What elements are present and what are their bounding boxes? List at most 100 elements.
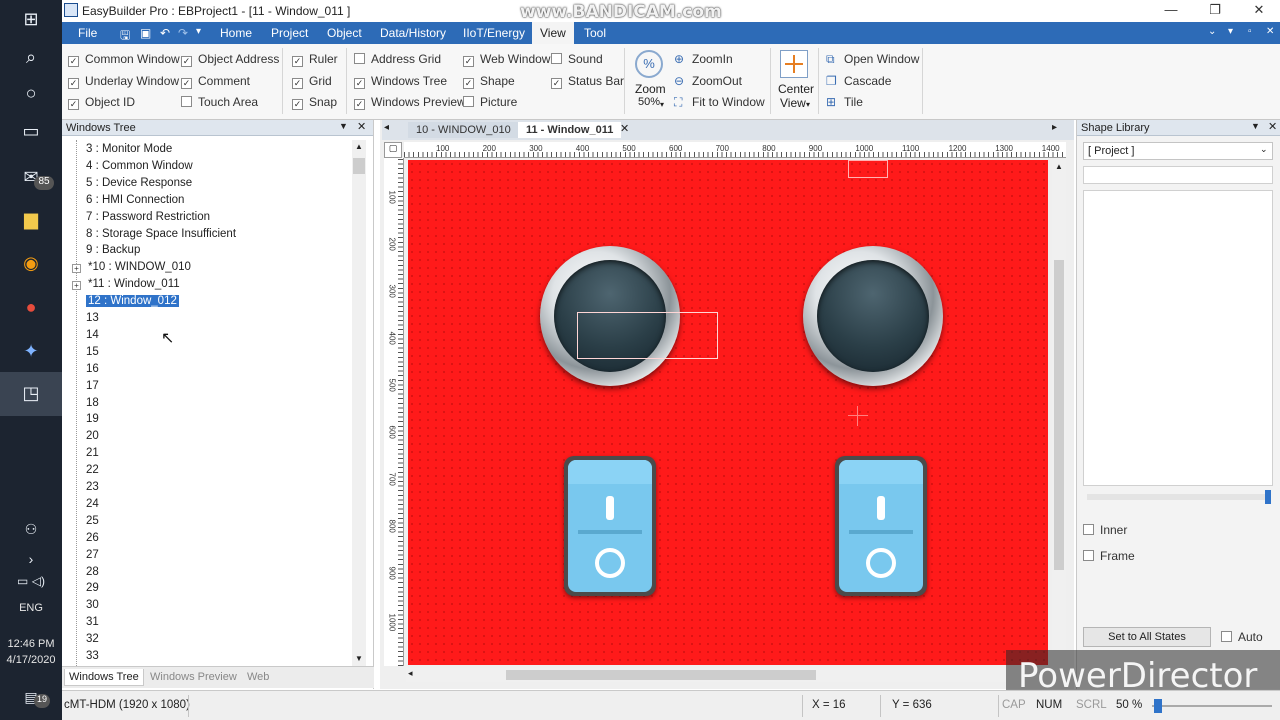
scroll-thumb[interactable] [506, 670, 816, 680]
tab-windows-tree[interactable]: Windows Tree [64, 669, 144, 686]
tree-item[interactable]: 6 : HMI Connection [86, 194, 184, 206]
center-view-label-1[interactable]: Center [778, 82, 814, 96]
panel-dropdown-icon[interactable]: ▼ [339, 121, 348, 131]
minimize-button[interactable]: — [1156, 2, 1186, 20]
tab-windows-preview[interactable]: Windows Preview [146, 669, 241, 685]
menu-object[interactable]: Object [327, 26, 362, 40]
tree-scrollbar[interactable]: ▲ ▼ [352, 140, 366, 666]
toggle-switch-left[interactable] [564, 456, 656, 596]
round-button-right[interactable] [803, 246, 943, 386]
menu-view[interactable]: View [532, 22, 574, 44]
close-button[interactable]: ✕ [1244, 2, 1274, 20]
scroll-thumb[interactable] [353, 158, 365, 174]
tree-item[interactable]: 21 [86, 447, 99, 459]
tree-item[interactable]: 32 [86, 633, 99, 645]
clock-date[interactable]: 4/17/2020 [0, 654, 62, 666]
doc-restore-icon[interactable]: ▫ [1248, 26, 1252, 37]
doc-close-icon[interactable]: ✕ [1266, 26, 1274, 37]
people-icon[interactable]: ⚇ [16, 516, 46, 542]
chk-snap[interactable]: ✓ Snap [292, 95, 337, 110]
chk-object-address[interactable]: ✓ Object Address [181, 52, 279, 67]
zoom-icon[interactable]: % [635, 50, 663, 78]
tree-item[interactable]: 8 : Storage Space Insufficient [86, 228, 236, 240]
media-player-icon[interactable]: ◉ [16, 250, 46, 276]
scroll-thumb[interactable] [1054, 260, 1064, 570]
zoom-slider[interactable] [1152, 699, 1272, 713]
battery-volume-icon[interactable]: ▭ ◁) [16, 568, 46, 594]
editor-hscroll[interactable]: ◂ [406, 668, 1050, 682]
chk-windows-preview[interactable]: ✓ Windows Preview [354, 95, 466, 110]
tree-item[interactable]: 7 : Password Restriction [86, 211, 210, 223]
tree-item[interactable]: 26 [86, 532, 99, 544]
panel-close-icon[interactable]: ✕ [357, 120, 366, 133]
cortana-icon[interactable]: ○ [16, 80, 46, 106]
center-view-dropdown-icon[interactable]: ▾ [806, 100, 810, 109]
scroll-down-icon[interactable]: ▼ [355, 654, 363, 663]
record-icon[interactable]: ● [16, 294, 46, 320]
menu-data-history[interactable]: Data/History [380, 26, 446, 40]
doc-menu-icon[interactable]: ▾ [1228, 26, 1233, 37]
tab-close-icon[interactable]: ✕ [620, 122, 629, 135]
menu-iiot-energy[interactable]: IIoT/Energy [463, 26, 525, 40]
tree-item[interactable]: 23 [86, 481, 99, 493]
tree-item[interactable]: 3 : Monitor Mode [86, 143, 172, 155]
tree-item[interactable]: *11 : Window_011 [88, 278, 180, 290]
menu-home[interactable]: Home [220, 26, 252, 40]
chk-comment[interactable]: ✓ Comment [181, 74, 250, 89]
set-to-all-states-button[interactable]: Set to All States [1083, 627, 1211, 647]
app-icon[interactable]: ✦ [16, 338, 46, 364]
menu-project[interactable]: Project [271, 26, 308, 40]
zoom-out-button[interactable]: ⊖ ZoomOut [674, 74, 742, 88]
tab-window-011[interactable]: 11 - Window_011 [518, 122, 622, 138]
undo-icon[interactable]: ↶ [160, 26, 170, 40]
chk-address-grid[interactable]: Address Grid [354, 52, 441, 66]
tree-item[interactable]: 22 [86, 464, 99, 476]
chk-auto[interactable]: Auto [1221, 630, 1263, 644]
tree-item[interactable]: 15 [86, 346, 99, 358]
file-explorer-icon[interactable]: ▆ [16, 206, 46, 232]
toggle-switch-right[interactable] [835, 456, 927, 596]
zoom-value[interactable]: 50% [638, 96, 660, 108]
chk-grid[interactable]: ✓ Grid [292, 74, 332, 89]
save-all-icon[interactable]: ▣ [140, 26, 151, 40]
center-view-label-2[interactable]: View [780, 96, 806, 110]
tab-scroll-right-icon[interactable]: ▸ [1052, 122, 1057, 133]
zoom-slider-thumb[interactable] [1154, 699, 1162, 713]
menu-tool[interactable]: Tool [584, 26, 606, 40]
tab-scroll-left-icon[interactable]: ◂ [384, 122, 389, 133]
clock-time[interactable]: 12:46 PM [0, 638, 62, 650]
size-slider[interactable] [1087, 490, 1271, 504]
tree-item[interactable]: 18 [86, 397, 99, 409]
chk-inner[interactable]: Inner [1083, 523, 1127, 537]
tree-item[interactable]: 33 [86, 650, 99, 662]
tree-item[interactable]: 14 [86, 329, 99, 341]
cascade-button[interactable]: ❐ Cascade [826, 74, 891, 88]
chk-shape[interactable]: ✓ Shape [463, 74, 515, 89]
scroll-left-icon[interactable]: ◂ [408, 668, 413, 679]
ruler-corner-icon[interactable]: ▢ [384, 142, 402, 158]
menu-file[interactable]: File [78, 26, 97, 40]
chk-underlay-window[interactable]: ✓ Underlay Window [68, 74, 179, 89]
library-dropdown[interactable]: [ Project ] ⌄ [1083, 142, 1273, 160]
windows-start-icon[interactable]: ⊞ [16, 6, 46, 32]
tree-item[interactable]: 19 [86, 413, 99, 425]
library-search-field[interactable] [1083, 166, 1273, 184]
chk-common-window[interactable]: ✓ Common Window [68, 52, 180, 67]
chk-touch-area[interactable]: Touch Area [181, 95, 258, 109]
panel-dropdown-icon[interactable]: ▼ [1251, 121, 1260, 131]
quick-access-dropdown-icon[interactable]: ▾ [196, 26, 201, 37]
editor-vscroll[interactable]: ▲ [1052, 160, 1066, 666]
tree-item[interactable]: 13 [86, 312, 99, 324]
task-view-icon[interactable]: ▭ [16, 118, 46, 144]
fit-to-window-button[interactable]: ⛶ Fit to Window [674, 95, 765, 110]
tree-item[interactable]: 28 [86, 566, 99, 578]
tab-window-010[interactable]: 10 - WINDOW_010 [408, 122, 519, 138]
chk-web-window[interactable]: ✓ Web Window [463, 52, 550, 67]
open-window-button[interactable]: ⧉ Open Window [826, 52, 919, 67]
chk-sound[interactable]: Sound [551, 52, 603, 66]
tile-button[interactable]: ⊞ Tile [826, 95, 863, 109]
easybuilder-taskbar-icon[interactable]: ◳ [16, 380, 46, 406]
chk-windows-tree[interactable]: ✓ Windows Tree [354, 74, 447, 89]
tree-item[interactable]: 24 [86, 498, 99, 510]
ribbon-collapse-icon[interactable]: ⌄ [1208, 26, 1216, 37]
